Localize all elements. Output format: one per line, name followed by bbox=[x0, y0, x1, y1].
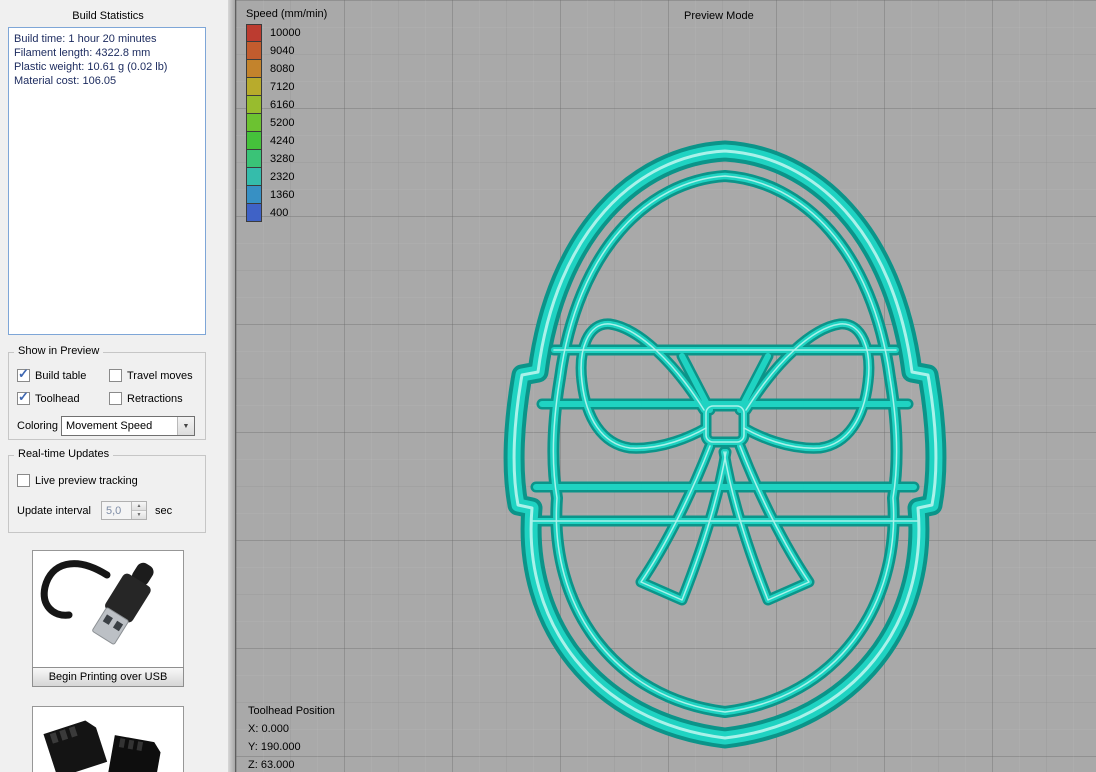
update-interval-value[interactable]: 5,0 bbox=[102, 502, 131, 519]
legend-swatch bbox=[246, 78, 262, 96]
legend-entry: 9040 bbox=[246, 42, 327, 60]
coloring-dropdown[interactable]: Movement Speed ▼ bbox=[61, 416, 195, 436]
update-interval-label: Update interval bbox=[17, 505, 91, 517]
check-icon: ✓ bbox=[18, 366, 29, 381]
spinner-up-button[interactable]: ▲ bbox=[132, 502, 146, 510]
checkbox-label: Retractions bbox=[127, 392, 183, 405]
legend-entry: 7120 bbox=[246, 78, 327, 96]
checkbox-toolhead[interactable]: ✓ Toolhead bbox=[17, 389, 80, 405]
toolhead-position-title: Toolhead Position bbox=[248, 705, 335, 717]
legend-swatch bbox=[246, 42, 262, 60]
toolhead-checkbox-icon[interactable]: ✓ bbox=[17, 389, 30, 405]
realtime-updates-group: Real-time Updates ✓ Live preview trackin… bbox=[8, 448, 206, 533]
sd-card-image bbox=[43, 720, 161, 772]
checkbox-label: Build table bbox=[35, 369, 87, 382]
legend-swatch bbox=[246, 24, 262, 42]
legend-entry: 400 bbox=[246, 204, 327, 222]
stepper-arrows: ▲ ▼ bbox=[131, 502, 146, 519]
show-in-preview-label: Show in Preview bbox=[14, 345, 104, 357]
legend-entry: 3280 bbox=[246, 150, 327, 168]
coloring-dropdown-value: Movement Speed bbox=[66, 420, 153, 432]
legend-swatch bbox=[246, 96, 262, 114]
retractions-checkbox-icon[interactable]: ✓ bbox=[109, 392, 122, 405]
legend-swatch bbox=[246, 132, 262, 150]
checkbox-travel-moves[interactable]: ✓ Travel moves bbox=[109, 369, 193, 382]
toolhead-z: Z: 63.000 bbox=[248, 759, 295, 771]
spinner-down-button[interactable]: ▼ bbox=[132, 510, 146, 519]
toolhead-y: Y: 190.000 bbox=[248, 741, 301, 753]
app-window: Build Statistics Build time: 1 hour 20 m… bbox=[0, 0, 1096, 772]
stat-build-time: Build time: 1 hour 20 minutes bbox=[14, 33, 157, 45]
update-interval-unit: sec bbox=[155, 505, 173, 517]
checkbox-label: Toolhead bbox=[35, 392, 80, 405]
toolhead-position-readout: Toolhead Position X: 0.000 Y: 190.000 Z:… bbox=[248, 702, 335, 772]
build-statistics-box: Build time: 1 hour 20 minutes Filament l… bbox=[8, 27, 206, 335]
checkbox-retractions[interactable]: ✓ Retractions bbox=[109, 392, 183, 405]
live-preview-checkbox-icon[interactable]: ✓ bbox=[17, 474, 30, 487]
sidebar-panel: Build Statistics Build time: 1 hour 20 m… bbox=[0, 0, 228, 772]
check-icon: ✓ bbox=[18, 389, 29, 404]
legend-swatch bbox=[246, 204, 262, 222]
legend-entry: 10000 bbox=[246, 24, 327, 42]
panel-splitter[interactable] bbox=[228, 0, 236, 772]
legend-entry: 1360 bbox=[246, 186, 327, 204]
sd-card-panel bbox=[32, 706, 184, 772]
toolhead-x: X: 0.000 bbox=[248, 723, 289, 735]
legend-swatch bbox=[246, 114, 262, 132]
legend-swatch bbox=[246, 186, 262, 204]
legend-swatch bbox=[246, 150, 262, 168]
update-interval-stepper[interactable]: 5,0 ▲ ▼ bbox=[101, 501, 147, 520]
begin-printing-usb-button[interactable]: Begin Printing over USB bbox=[32, 667, 184, 687]
stat-material-cost: Material cost: 106.05 bbox=[14, 75, 117, 87]
chevron-down-icon: ▼ bbox=[177, 417, 194, 435]
checkbox-label: Live preview tracking bbox=[35, 474, 138, 487]
realtime-updates-label: Real-time Updates bbox=[14, 448, 114, 460]
usb-cable-image bbox=[40, 560, 154, 645]
model-preview-egg-cookie-cutter bbox=[236, 0, 1096, 772]
stat-plastic-weight: Plastic weight: 10.61 g (0.02 lb) bbox=[14, 61, 168, 73]
build-table-checkbox-icon[interactable]: ✓ bbox=[17, 366, 30, 382]
legend-entry: 2320 bbox=[246, 168, 327, 186]
legend-entry: 8080 bbox=[246, 60, 327, 78]
checkbox-live-preview-tracking[interactable]: ✓ Live preview tracking bbox=[17, 474, 138, 487]
build-statistics-title: Build Statistics bbox=[72, 10, 144, 22]
legend-swatch bbox=[246, 168, 262, 186]
checkbox-label: Travel moves bbox=[127, 369, 193, 382]
preview-mode-label: Preview Mode bbox=[684, 10, 754, 22]
speed-legend-title: Speed (mm/min) bbox=[246, 8, 328, 20]
legend-entry: 4240 bbox=[246, 132, 327, 150]
stat-filament-length: Filament length: 4322.8 mm bbox=[14, 47, 151, 59]
show-in-preview-group: Show in Preview ✓ Build table ✓ Travel m… bbox=[8, 345, 206, 440]
usb-print-panel: Begin Printing over USB bbox=[32, 550, 184, 687]
legend-swatch bbox=[246, 60, 262, 78]
legend-entry: 5200 bbox=[246, 114, 327, 132]
preview-viewport[interactable]: Preview Mode Speed (mm/min) 10000 9040 8… bbox=[236, 0, 1096, 772]
speed-legend: Speed (mm/min) 10000 9040 8080 7120 6160 bbox=[246, 8, 327, 222]
checkbox-build-table[interactable]: ✓ Build table bbox=[17, 366, 87, 382]
coloring-label: Coloring bbox=[17, 420, 58, 432]
legend-entry: 6160 bbox=[246, 96, 327, 114]
travel-moves-checkbox-icon[interactable]: ✓ bbox=[109, 369, 122, 382]
